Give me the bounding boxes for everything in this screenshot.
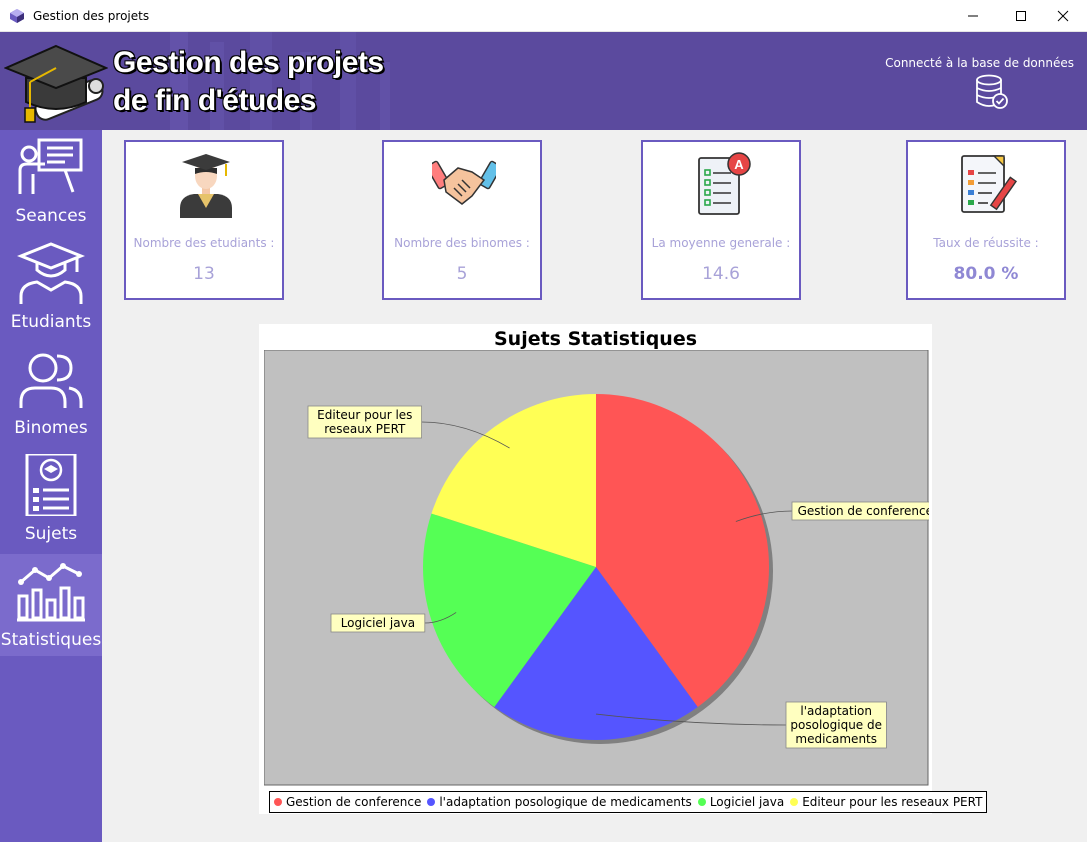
legend-item: Gestion de conference <box>274 795 421 809</box>
sidebar: Seances Etudiants Binomes Sujets Statist… <box>0 130 102 842</box>
slice-label: medicaments <box>795 732 877 746</box>
svg-text:A: A <box>734 157 744 172</box>
minimize-button[interactable] <box>950 0 996 32</box>
sidebar-item-label: Seances <box>15 206 87 226</box>
handshake-icon <box>432 160 496 205</box>
card-label: Nombre des binomes : <box>394 236 530 250</box>
sidebar-item-statistiques[interactable]: Statistiques <box>0 554 102 656</box>
slice-label: Gestion de conference <box>798 504 929 518</box>
slice-label: Editeur pour les <box>317 408 412 422</box>
card-students: Nombre des etudiants : 13 <box>124 140 284 300</box>
close-icon <box>1057 10 1069 22</box>
app-title-line1: Gestion des projets <box>113 46 384 79</box>
pie-chart-panel: Sujets Statistiques Gestion de conferenc… <box>259 324 988 814</box>
student-icon <box>180 154 232 218</box>
users-icon <box>19 353 83 408</box>
window-title: Gestion des projets <box>33 9 150 23</box>
app-title: Gestion des projets de fin d'études <box>113 44 384 120</box>
sidebar-item-seances[interactable]: Seances <box>0 130 102 232</box>
sidebar-item-binomes[interactable]: Binomes <box>0 342 102 444</box>
sidebar-item-label: Binomes <box>14 418 88 438</box>
chart-title: Sujets Statistiques <box>493 328 698 350</box>
graduation-cap-icon <box>4 44 108 123</box>
legend-swatch <box>697 798 706 806</box>
presentation-icon <box>18 138 83 194</box>
card-label: La moyenne generale : <box>651 236 791 250</box>
slice-label: l'adaptation <box>800 704 872 718</box>
card-value: 80.0 % <box>953 264 1019 284</box>
sidebar-item-label: Statistiques <box>0 630 102 650</box>
database-icon <box>976 74 1008 109</box>
legend-item: Editeur pour les reseaux PERT <box>790 795 982 809</box>
main-content: Nombre des etudiants : 13 Nombre des bin… <box>102 130 1087 842</box>
slice-label: reseaux PERT <box>324 422 406 436</box>
minimize-icon <box>968 15 978 17</box>
legend-swatch <box>427 798 436 806</box>
card-label: Nombre des etudiants : <box>133 236 275 250</box>
chart-legend: Gestion de conference l'adaptation posolo… <box>269 791 988 813</box>
sidebar-item-label: Etudiants <box>10 312 92 332</box>
maximize-icon <box>1016 11 1026 21</box>
legend-label: Editeur pour les reseaux PERT <box>802 795 983 809</box>
chart-icon <box>17 563 85 622</box>
checklist-icon <box>961 155 1018 213</box>
db-status-text: Connecté à la base de données <box>885 56 1074 70</box>
card-label: Taux de réussite : <box>933 236 1039 250</box>
card-taux-reussite: Taux de réussite : 80.0 % <box>906 140 1066 300</box>
card-moyenne: A La moyenne generale : 14.6 <box>641 140 801 300</box>
card-value: 13 <box>193 264 215 284</box>
legend-swatch <box>790 798 799 806</box>
legend-item: l'adaptation posologique de medicaments <box>427 795 692 809</box>
window-titlebar: Gestion des projets <box>0 0 1087 32</box>
app-icon <box>10 9 24 23</box>
sidebar-item-sujets[interactable]: Sujets <box>0 448 102 550</box>
legend-item: Logiciel java <box>697 795 785 809</box>
pie-chart: Gestion de conference l'adaptationposolog… <box>264 350 929 786</box>
slice-label: posologique de <box>790 718 882 732</box>
legend-label: Gestion de conference <box>286 795 422 809</box>
sidebar-item-label: Sujets <box>24 524 78 544</box>
card-value: 5 <box>456 264 468 284</box>
sidebar-item-etudiants[interactable]: Etudiants <box>0 236 102 338</box>
card-binomes: Nombre des binomes : 5 <box>382 140 542 300</box>
slice-label: Logiciel java <box>341 616 415 630</box>
maximize-button[interactable] <box>998 0 1044 32</box>
app-header: Gestion des projets de fin d'études Conn… <box>0 32 1087 130</box>
grade-icon: A <box>698 152 751 215</box>
graduate-icon <box>17 242 85 304</box>
legend-label: Logiciel java <box>709 795 785 809</box>
legend-swatch <box>274 798 282 806</box>
close-button[interactable] <box>1040 0 1086 32</box>
document-icon <box>25 454 77 516</box>
legend-label: l'adaptation posologique de medicaments <box>439 795 692 809</box>
app-title-line2: de fin d'études <box>113 84 316 117</box>
card-value: 14.6 <box>702 264 740 284</box>
